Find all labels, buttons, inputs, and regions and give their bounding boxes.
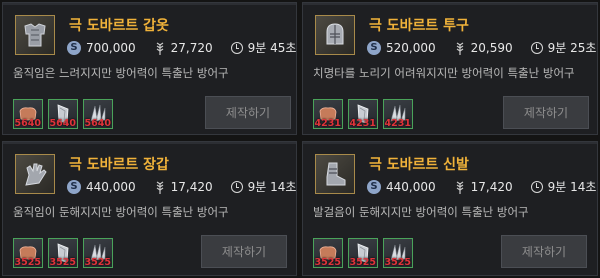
craft-card-chest: 극 도바르트 갑옷 S 700,000 27,720 9분 45초 움직임은 느려… bbox=[2, 2, 297, 135]
craft-card-gloves: 극 도바르트 장갑 S 440,000 17,420 9분 14초 움직임이 둔해… bbox=[2, 141, 297, 276]
leather-material-icon[interactable]: 3525 bbox=[313, 238, 343, 268]
material-count: 5640 bbox=[49, 118, 76, 129]
material-count: 3525 bbox=[349, 257, 376, 268]
craft-button[interactable]: 제작하기 bbox=[501, 235, 587, 268]
steel-material-icon[interactable]: 4231 bbox=[348, 99, 378, 129]
craft-card-helmet: 극 도바르트 투구 S 520,000 20,590 9분 25초 치명타를 노리… bbox=[302, 2, 598, 135]
contribution-value: 17,420 bbox=[170, 179, 213, 194]
craft-time: 9분 14초 bbox=[547, 180, 597, 194]
leather-material-icon[interactable]: 3525 bbox=[13, 238, 43, 268]
material-count: 3525 bbox=[384, 257, 411, 268]
clock-icon bbox=[230, 180, 243, 193]
wheat-icon bbox=[454, 41, 466, 55]
crystal-material-icon[interactable]: 3525 bbox=[83, 238, 113, 268]
silver-coin-icon: S bbox=[367, 40, 381, 55]
material-count: 3525 bbox=[49, 257, 76, 268]
gauntlet-icon bbox=[15, 154, 55, 194]
clock-icon bbox=[230, 41, 243, 54]
material-count: 3525 bbox=[314, 257, 341, 268]
craft-time: 9분 25초 bbox=[547, 41, 597, 55]
contribution-value: 27,720 bbox=[170, 40, 213, 55]
item-description: 치명타를 노리기 어려워지지만 방어력이 특출난 방어구 bbox=[313, 66, 575, 80]
item-description: 움직임이 둔해지지만 방어력이 특출난 방어구 bbox=[13, 205, 229, 219]
item-name: 극 도바르트 투구 bbox=[369, 18, 469, 34]
steel-material-icon[interactable]: 3525 bbox=[48, 238, 78, 268]
chest-armor-icon bbox=[15, 15, 55, 55]
item-stats: S 440,000 17,420 9분 14초 bbox=[67, 178, 296, 195]
crystal-material-icon[interactable]: 5640 bbox=[83, 99, 113, 129]
crystal-material-icon[interactable]: 3525 bbox=[383, 238, 413, 268]
craft-button[interactable]: 제작하기 bbox=[205, 96, 291, 129]
price-value: 520,000 bbox=[386, 40, 436, 55]
wheat-icon bbox=[154, 41, 166, 55]
clock-icon bbox=[530, 41, 543, 54]
material-list: 3525 3525 3525 bbox=[13, 238, 118, 268]
material-list: 5640 5640 5640 bbox=[13, 99, 118, 129]
crystal-material-icon[interactable]: 4231 bbox=[383, 99, 413, 129]
contribution-value: 17,420 bbox=[470, 179, 513, 194]
wheat-icon bbox=[454, 180, 466, 194]
material-count: 3525 bbox=[84, 257, 111, 268]
item-name: 극 도바르트 갑옷 bbox=[69, 18, 169, 34]
contribution-value: 20,590 bbox=[470, 40, 513, 55]
item-name: 극 도바르트 장갑 bbox=[69, 157, 169, 173]
price-value: 700,000 bbox=[86, 40, 136, 55]
silver-coin-icon: S bbox=[67, 179, 81, 194]
material-list: 4231 4231 4231 bbox=[313, 99, 418, 129]
material-count: 4231 bbox=[349, 118, 376, 129]
craft-button[interactable]: 제작하기 bbox=[201, 235, 287, 268]
boots-icon bbox=[315, 154, 355, 194]
silver-coin-icon: S bbox=[67, 40, 81, 55]
price-value: 440,000 bbox=[86, 179, 136, 194]
leather-material-icon[interactable]: 4231 bbox=[313, 99, 343, 129]
material-count: 4231 bbox=[314, 118, 341, 129]
material-count: 5640 bbox=[84, 118, 111, 129]
craft-button[interactable]: 제작하기 bbox=[503, 96, 589, 129]
item-stats: S 440,000 17,420 9분 14초 bbox=[367, 178, 596, 195]
item-description: 움직임은 느려지지만 방어력이 특출난 방어구 bbox=[13, 66, 229, 80]
helmet-icon bbox=[315, 15, 355, 55]
silver-coin-icon: S bbox=[367, 179, 381, 194]
material-count: 5640 bbox=[14, 118, 41, 129]
item-description: 발걸음이 둔해지지만 방어력이 특출난 방어구 bbox=[313, 205, 529, 219]
item-stats: S 520,000 20,590 9분 25초 bbox=[367, 39, 596, 56]
steel-material-icon[interactable]: 3525 bbox=[348, 238, 378, 268]
item-name: 극 도바르트 신발 bbox=[369, 157, 469, 173]
item-stats: S 700,000 27,720 9분 45초 bbox=[67, 39, 296, 56]
craft-time: 9분 14초 bbox=[247, 180, 297, 194]
wheat-icon bbox=[154, 180, 166, 194]
material-count: 3525 bbox=[14, 257, 41, 268]
material-list: 3525 3525 3525 bbox=[313, 238, 418, 268]
craft-time: 9분 45초 bbox=[247, 41, 297, 55]
steel-material-icon[interactable]: 5640 bbox=[48, 99, 78, 129]
price-value: 440,000 bbox=[386, 179, 436, 194]
clock-icon bbox=[530, 180, 543, 193]
leather-material-icon[interactable]: 5640 bbox=[13, 99, 43, 129]
material-count: 4231 bbox=[384, 118, 411, 129]
craft-card-boots: 극 도바르트 신발 S 440,000 17,420 9분 14초 발걸음이 둔해… bbox=[302, 141, 598, 276]
